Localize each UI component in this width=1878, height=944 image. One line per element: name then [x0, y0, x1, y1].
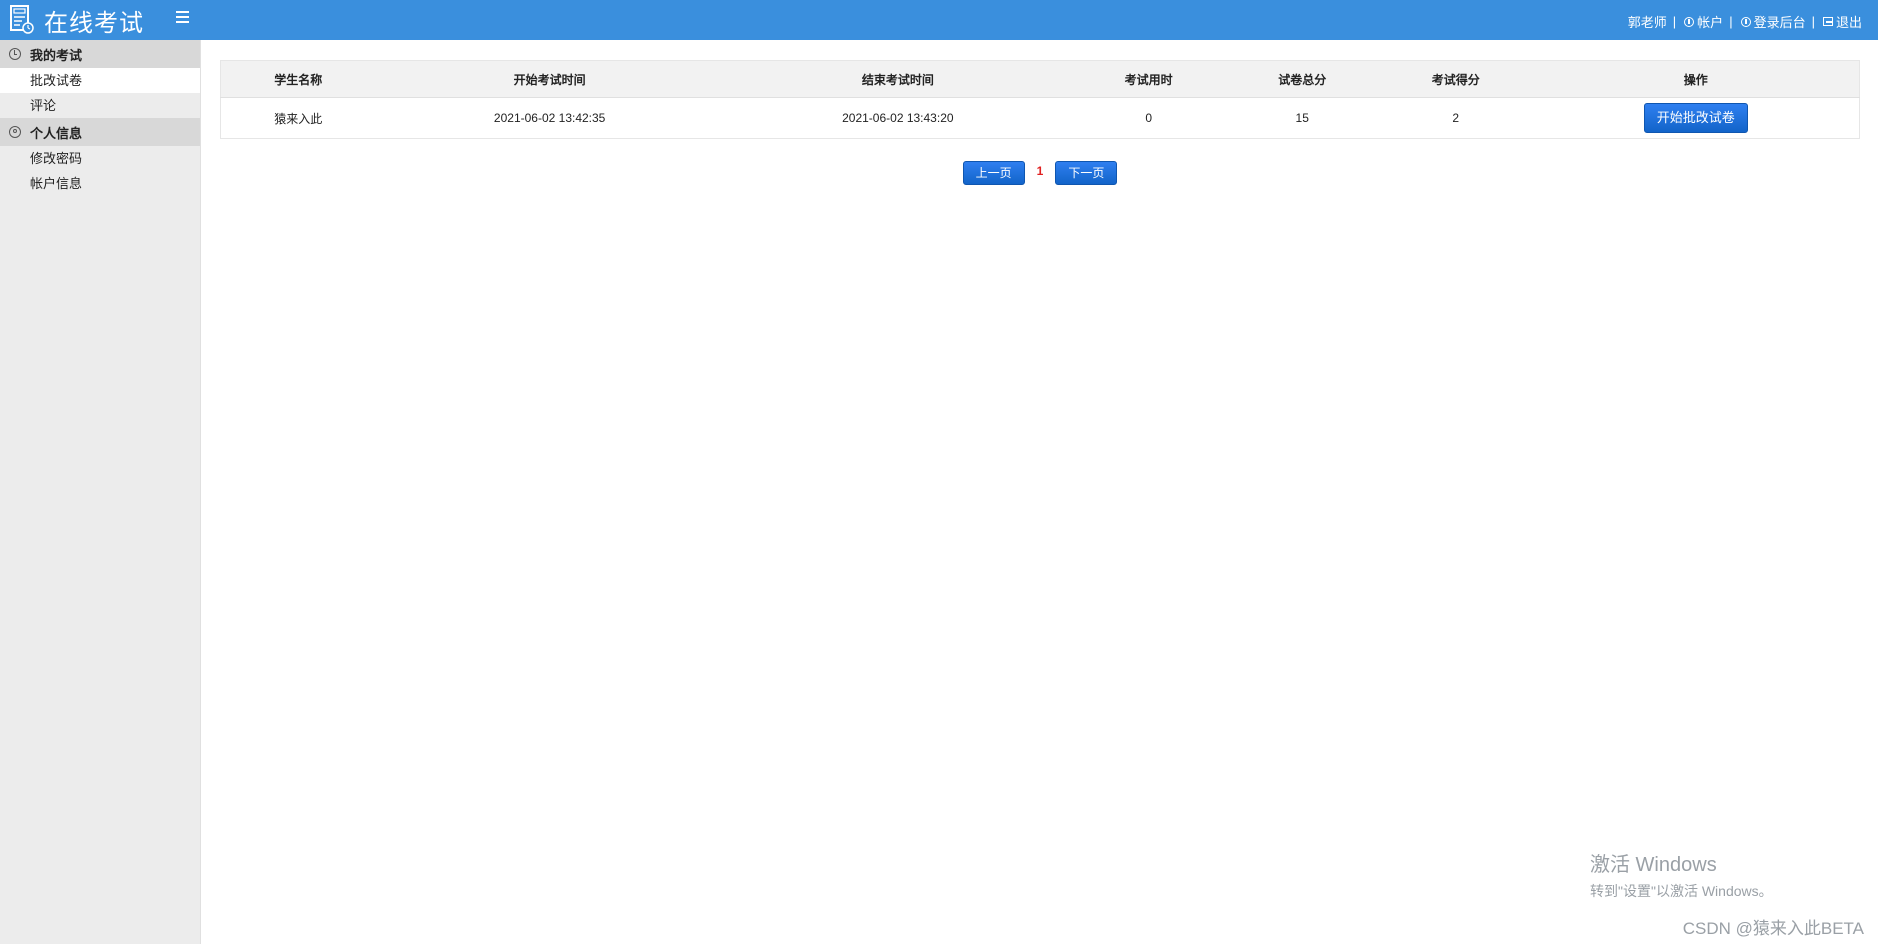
separator: | [1672, 14, 1677, 29]
sidebar-group-label: 我的考试 [30, 47, 83, 63]
separator: | [1729, 14, 1733, 29]
next-page-button[interactable]: 下一页 [1055, 161, 1118, 185]
csdn-watermark: CSDN @猿来入此BETA [1682, 919, 1864, 938]
sidebar-group-my-exams[interactable]: 我的考试 [0, 40, 200, 68]
column-header-score: 考试得分 [1378, 60, 1533, 98]
main-content: 学生名称 开始考试时间 结束考试时间 考试用时 试卷总分 考试得分 操作 猿来入… [220, 60, 1860, 185]
cell-duration: 0 [1145, 111, 1153, 125]
current-page-number[interactable]: 1 [1037, 164, 1044, 178]
user-icon [9, 126, 21, 138]
logout-icon [1822, 17, 1833, 26]
sidebar-group-personal-info[interactable]: 个人信息 [0, 118, 200, 146]
app-title: 在线考试 [44, 9, 144, 37]
cell-student: 猿来入此 [274, 111, 323, 126]
logout-label: 退出 [1835, 15, 1862, 30]
sidebar-item-change-password[interactable]: 修改密码 [0, 146, 200, 171]
menu-toggle-icon[interactable] [176, 8, 194, 30]
admin-label: 登录后台 [1753, 15, 1806, 30]
sidebar: 我的考试 批改试卷 评论 个人信息 修改密码 帐户信息 [0, 40, 201, 944]
pagination: 上一页 1 下一页 [220, 161, 1860, 185]
column-header-end-time: 结束考试时间 [723, 60, 1072, 98]
activation-title: 激活 Windows [1590, 854, 1717, 876]
cell-total-score: 15 [1295, 111, 1309, 125]
cell-start-time: 2021-06-02 13:42:35 [493, 111, 606, 125]
user-name-link[interactable]: 郭老师 [1628, 12, 1667, 31]
cell-action: 开始批改试卷 [1532, 98, 1859, 139]
separator: | [1811, 14, 1815, 29]
sidebar-group-label: 个人信息 [30, 125, 83, 141]
sidebar-item-grade-papers[interactable]: 批改试卷 [0, 68, 200, 93]
cell-end-time: 2021-06-02 13:43:20 [842, 111, 954, 125]
logout-link[interactable]: 退出 [1822, 12, 1862, 31]
top-navbar: 在线考试 郭老师 | 帐户 | 登录后台 | 退出 [0, 0, 1878, 40]
column-header-start-time: 开始考试时间 [375, 60, 724, 98]
column-header-student: 学生名称 [220, 60, 376, 98]
admin-icon [1740, 16, 1751, 27]
prev-page-button[interactable]: 上一页 [962, 161, 1025, 185]
sidebar-item-account-info[interactable]: 帐户信息 [0, 171, 200, 196]
admin-link[interactable]: 登录后台 [1740, 12, 1806, 31]
exam-paper-icon [10, 5, 34, 34]
account-link[interactable]: 帐户 [1684, 12, 1723, 31]
sidebar-item-comments[interactable]: 评论 [0, 93, 200, 118]
brand[interactable]: 在线考试 [10, 4, 144, 37]
exam-results-table: 学生名称 开始考试时间 结束考试时间 考试用时 试卷总分 考试得分 操作 猿来入… [220, 60, 1860, 139]
column-header-action: 操作 [1532, 60, 1860, 98]
account-label: 帐户 [1697, 15, 1724, 30]
column-header-duration: 考试用时 [1071, 60, 1226, 98]
cell-score: 2 [1452, 111, 1460, 125]
activation-hint: 转到"设置"以激活 Windows。 [1590, 883, 1773, 899]
column-header-total-score: 试卷总分 [1225, 60, 1379, 98]
account-icon [1684, 16, 1695, 27]
clock-icon [9, 48, 21, 60]
start-grading-button[interactable]: 开始批改试卷 [1643, 103, 1748, 133]
windows-activation-watermark: 激活 Windows 转到"设置"以激活 Windows。 [1590, 848, 1773, 901]
table-row: 猿来入此 2021-06-02 13:42:35 2021-06-02 13:4… [221, 98, 1860, 139]
top-links: 郭老师 | 帐户 | 登录后台 | 退出 [1628, 12, 1862, 31]
table-header-row: 学生名称 开始考试时间 结束考试时间 考试用时 试卷总分 考试得分 操作 [220, 60, 1860, 98]
